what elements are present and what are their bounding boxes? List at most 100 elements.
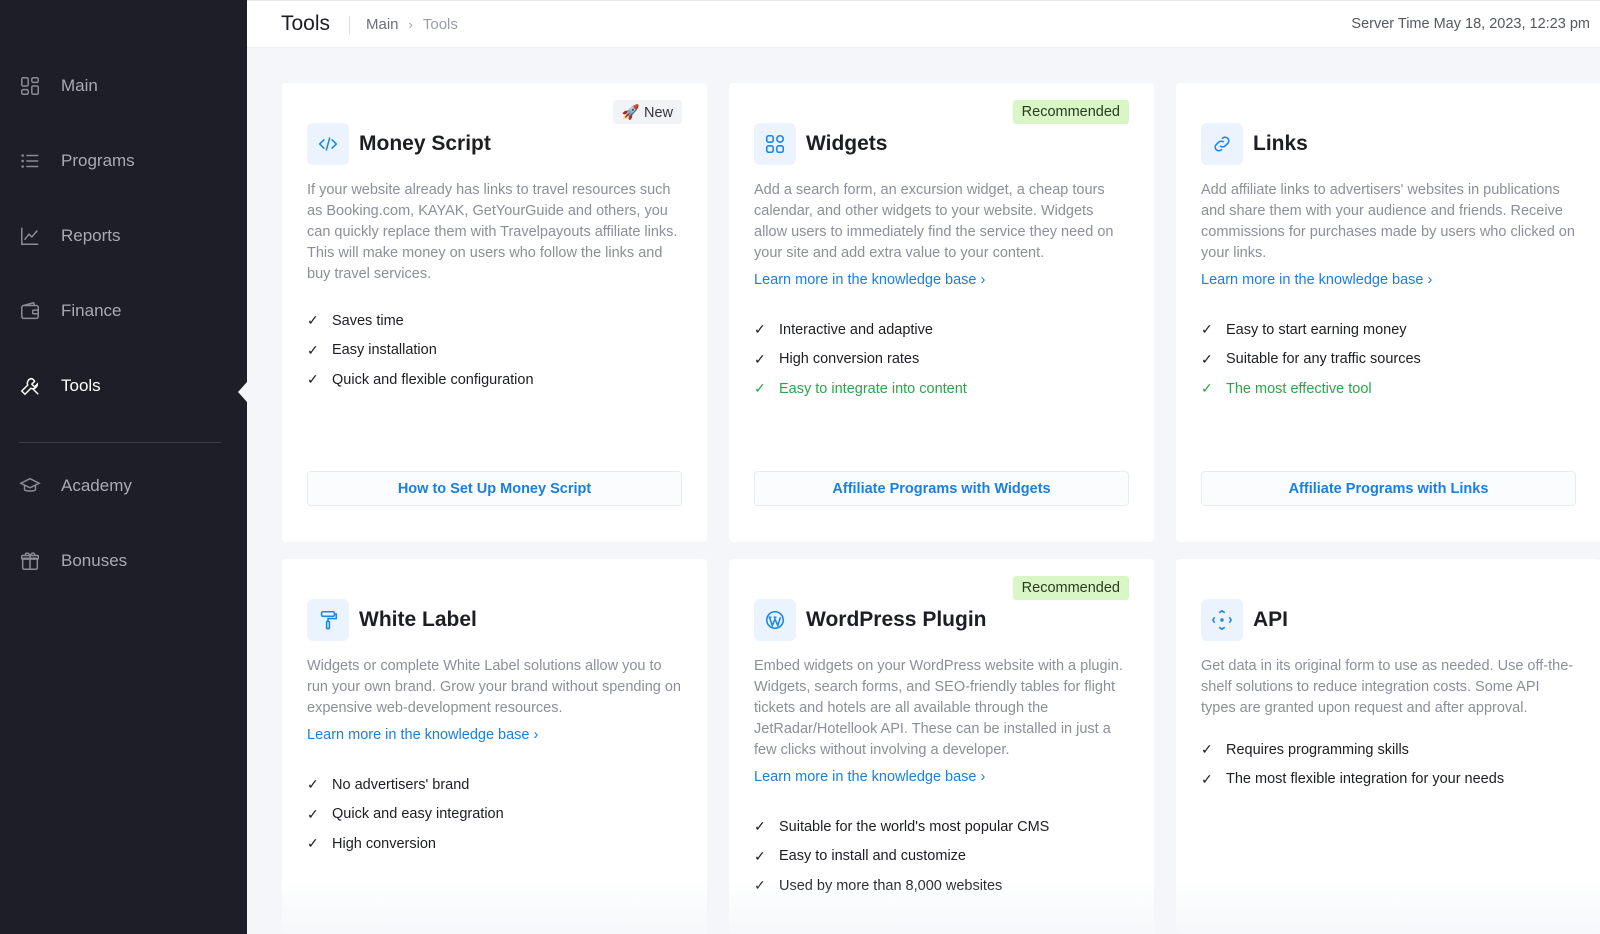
card-title: Money Script <box>359 132 491 155</box>
feature-list: ✓ Easy to start earning money ✓ Suitable f… <box>1201 315 1421 404</box>
knowledge-base-link[interactable]: Learn more in the knowledge base › <box>307 727 538 743</box>
card-description: Widgets or complete White Label solution… <box>307 658 681 716</box>
feature-item: ✓ Easy to start earning money <box>1201 321 1407 338</box>
card-description: Embed widgets on your WordPress website … <box>754 658 1123 758</box>
list-icon <box>19 150 41 172</box>
chevron-right-icon: › <box>1427 272 1433 288</box>
sidebar-item-label: Programs <box>61 151 135 170</box>
feature-item: ✓ Suitable for any traffic sources <box>1201 350 1421 368</box>
breadcrumb-current: Tools <box>422 16 458 33</box>
checkmark-icon: ✓ <box>754 818 766 835</box>
card-white-label: White Label Widgets or complete White La… <box>282 559 707 934</box>
checkmark-icon: ✓ <box>307 835 319 852</box>
card-wordpress-plugin: Recommended WordPress Plugin Embed widge… <box>729 559 1154 934</box>
checkmark-icon: ✓ <box>1201 770 1213 787</box>
card-api: API Get data in its original form to use… <box>1176 559 1600 934</box>
card-description: Add affiliate links to advertisers' webs… <box>1201 182 1575 261</box>
sidebar-item-reports[interactable]: Reports <box>0 214 247 258</box>
sidebar-item-academy[interactable]: Academy <box>0 464 247 508</box>
dashboard-icon <box>19 75 41 97</box>
sidebar-divider <box>19 442 221 443</box>
wrench-icon <box>19 375 41 397</box>
feature-item: ✓ High conversion rates <box>754 350 920 368</box>
feature-list: ✓ No advertisers' brand ✓ Quick and easy i… <box>307 770 504 859</box>
feature-item: ✓ Quick and easy integration <box>307 805 504 823</box>
recommended-badge: Recommended <box>1012 576 1129 600</box>
sidebar-item-tools[interactable]: Tools <box>0 364 247 408</box>
feature-item: ✓ Easy installation <box>307 341 437 359</box>
sidebar-item-finance[interactable]: Finance <box>0 289 247 333</box>
checkmark-icon: ✓ <box>307 312 319 329</box>
active-indicator <box>238 382 247 402</box>
sidebar-item-label: Finance <box>61 301 122 320</box>
card-title: White Label <box>359 608 477 631</box>
checkmark-icon: ✓ <box>754 877 766 894</box>
paint-roller-icon <box>307 599 349 641</box>
feature-item: ✓ Interactive and adaptive <box>754 321 933 338</box>
wallet-icon <box>19 300 41 322</box>
checkmark-icon: ✓ <box>754 380 766 397</box>
feature-item: ✓ High conversion <box>307 835 436 852</box>
checkmark-icon: ✓ <box>1201 741 1213 758</box>
card-description: If your website already has links to tra… <box>307 182 678 282</box>
feature-list: ✓ Suitable for the world's most popular C… <box>754 812 1049 901</box>
sidebar-item-label: Bonuses <box>61 551 128 570</box>
gift-icon <box>19 550 41 572</box>
feature-item: ✓ Quick and flexible configuration <box>307 371 534 388</box>
checkmark-icon: ✓ <box>754 350 766 367</box>
feature-item: ✓ Saves time <box>307 312 404 329</box>
knowledge-base-link[interactable]: Learn more in the knowledge base › <box>1201 272 1432 288</box>
sidebar-item-label: Academy <box>61 476 132 495</box>
card-links: Links Add affiliate links to advertisers… <box>1176 83 1600 542</box>
links-programs-button[interactable]: Affiliate Programs with Links <box>1201 471 1576 506</box>
api-icon <box>1201 599 1243 641</box>
graduation-cap-icon <box>19 475 41 497</box>
breadcrumb: Main › Tools <box>366 16 458 33</box>
chart-icon <box>19 225 41 247</box>
feature-item: ✓ The most flexible integration for your … <box>1201 770 1505 788</box>
setup-money-script-button[interactable]: How to Set Up Money Script <box>307 471 682 506</box>
feature-item: ✓ Used by more than 8,000 websites <box>754 877 1003 894</box>
card-title: Widgets <box>806 132 888 155</box>
grid-icon <box>754 123 796 165</box>
checkmark-icon: ✓ <box>307 371 319 388</box>
feature-list: ✓ Requires programming skills ✓ The most f… <box>1201 735 1504 794</box>
wordpress-icon <box>754 599 796 641</box>
checkmark-icon: ✓ <box>1201 380 1213 397</box>
feature-item-highlight: ✓ The most effective tool <box>1201 380 1372 397</box>
header-separator <box>349 16 350 34</box>
checkmark-icon: ✓ <box>307 805 319 822</box>
card-description: Add a search form, an excursion widget, … <box>754 182 1114 261</box>
chevron-right-icon: › <box>408 17 413 32</box>
sidebar-item-bonuses[interactable]: Bonuses <box>0 539 247 583</box>
card-widgets: Recommended Widgets Add a search form, a… <box>729 83 1154 542</box>
card-title: API <box>1253 608 1289 631</box>
code-icon <box>307 123 349 165</box>
chevron-right-icon: › <box>980 769 986 785</box>
sidebar-item-label: Tools <box>61 376 101 395</box>
breadcrumb-main-link[interactable]: Main <box>366 16 399 33</box>
card-title: WordPress Plugin <box>806 608 987 631</box>
card-description: Get data in its original form to use as … <box>1201 658 1574 716</box>
checkmark-icon: ✓ <box>1201 350 1213 367</box>
knowledge-base-link[interactable]: Learn more in the knowledge base › <box>754 769 985 785</box>
link-icon <box>1201 123 1243 165</box>
feature-list: ✓ Interactive and adaptive ✓ High conversi… <box>754 315 967 404</box>
sidebar-item-programs[interactable]: Programs <box>0 139 247 183</box>
feature-item: ✓ Easy to install and customize <box>754 847 966 865</box>
server-time: Server Time May 18, 2023, 12:23 pm <box>1351 16 1590 32</box>
chevron-right-icon: › <box>533 727 539 743</box>
sidebar-item-label: Main <box>61 76 98 95</box>
card-title: Links <box>1253 132 1308 155</box>
sidebar-item-main[interactable]: Main <box>0 64 247 108</box>
feature-item-highlight: ✓ Easy to integrate into content <box>754 380 967 397</box>
knowledge-base-link[interactable]: Learn more in the knowledge base › <box>754 272 985 288</box>
sidebar-item-label: Reports <box>61 226 121 245</box>
checkmark-icon: ✓ <box>307 776 319 793</box>
feature-item: ✓ Suitable for the world's most popular C… <box>754 818 1050 835</box>
feature-item: ✓ No advertisers' brand <box>307 776 470 793</box>
widgets-programs-button[interactable]: Affiliate Programs with Widgets <box>754 471 1129 506</box>
checkmark-icon: ✓ <box>754 847 766 864</box>
checkmark-icon: ✓ <box>307 341 319 358</box>
recommended-badge: Recommended <box>1012 100 1129 124</box>
